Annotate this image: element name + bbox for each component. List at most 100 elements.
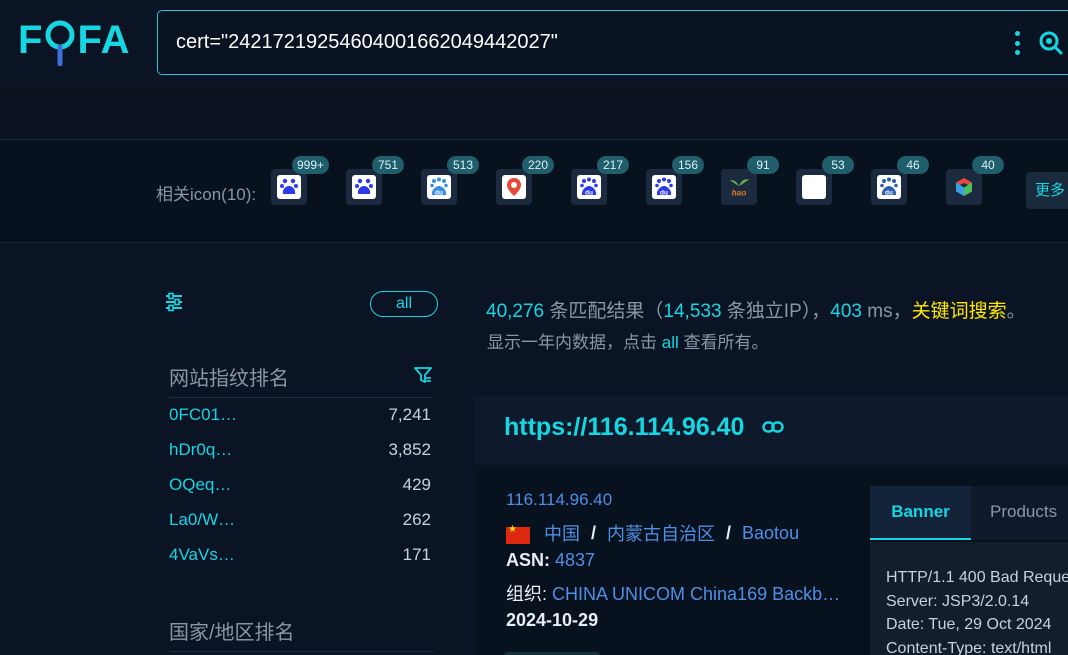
baidu-du-icon: du: [877, 175, 901, 199]
unique-ip-label: 条独立IP），: [721, 301, 831, 322]
divider: [169, 651, 433, 652]
search-input[interactable]: [176, 11, 996, 74]
baidu-paw-icon: [277, 175, 301, 199]
icon-count-badge: 513: [447, 156, 479, 174]
asn-link[interactable]: 4837: [555, 550, 595, 570]
summary-note-suffix: 查看所有。: [678, 333, 769, 352]
fofa-logo[interactable]: F FA: [18, 14, 131, 66]
fingerprint-count: 262: [402, 510, 431, 529]
fingerprint-key: 4VaVs…: [169, 545, 235, 564]
country-link[interactable]: 中国: [544, 520, 580, 546]
icon-count-badge: 91: [747, 156, 779, 174]
logo-letter-f: F: [18, 17, 44, 62]
city-link[interactable]: Baotou: [742, 523, 799, 544]
china-flag-icon: [506, 524, 530, 544]
match-count-label: 条匹配结果（: [544, 301, 664, 322]
related-favicon[interactable]: 220: [496, 156, 554, 205]
fingerprint-key: hDr0q…: [169, 440, 233, 459]
link-icon[interactable]: [762, 421, 784, 433]
related-favicon[interactable]: du 156: [646, 156, 704, 205]
svg-text:du: du: [585, 190, 593, 197]
related-favicon[interactable]: du 217: [571, 156, 629, 205]
map-pin-icon: [502, 175, 526, 199]
divider: [169, 397, 433, 398]
region-link[interactable]: 内蒙古自治区: [607, 520, 715, 546]
fingerprint-count: 3,852: [388, 440, 431, 459]
result-org: 组织: CHINA UNICOM China169 Backb…: [506, 580, 840, 606]
banner-line: Date: Tue, 29 Oct 2024: [886, 616, 1052, 633]
result-asn: ASN: 4837: [506, 550, 595, 571]
more-icons-button[interactable]: 更多: [1026, 172, 1068, 209]
related-icons-strip: 相关icon(10): 999+ 751 du 513 220 du 217 du 156 hao…: [0, 140, 1068, 243]
logo-search-o-icon: [43, 14, 77, 66]
location-separator: /: [726, 522, 732, 543]
related-favicon[interactable]: 999+: [271, 156, 329, 205]
related-icons-label: 相关icon(10):: [156, 185, 257, 204]
fingerprint-row[interactable]: 4VaVs… 171: [169, 545, 433, 569]
related-favicon[interactable]: 40: [946, 156, 1004, 205]
fingerprint-row[interactable]: La0/W… 262: [169, 510, 433, 534]
icon-count-badge: 156: [672, 156, 704, 174]
svg-text:du: du: [435, 190, 443, 197]
related-favicon[interactable]: 751: [346, 156, 404, 205]
summary-note: 显示一年内数据，点击 all 查看所有。: [487, 328, 768, 353]
summary-end: 。: [1006, 301, 1026, 322]
filter-settings-icon[interactable]: [164, 292, 184, 312]
location-separator: /: [591, 522, 597, 543]
banner-line: HTTP/1.1 400 Bad Request: [886, 569, 1068, 586]
related-favicon[interactable]: du 513: [421, 156, 479, 205]
funnel-filter-icon[interactable]: [414, 366, 432, 384]
country-ranking-title: 国家/地区排名: [169, 622, 295, 644]
asn-label: ASN:: [506, 550, 555, 570]
view-all-link[interactable]: all: [662, 333, 679, 352]
result-tabs: Banner Products: [870, 486, 1068, 540]
subheader-band: [0, 88, 1068, 140]
cube-icon: [952, 175, 976, 199]
icon-count-badge: 999+: [291, 156, 329, 174]
blank-white-icon: [802, 175, 826, 199]
baidu-du-icon: du: [577, 175, 601, 199]
fingerprint-key: OQeq…: [169, 475, 232, 494]
banner-line: Server: JSP3/2.0.14: [886, 592, 1030, 610]
result-location: 中国 / 内蒙古自治区 / Baotou: [506, 520, 799, 546]
match-count: 40,276: [486, 301, 545, 322]
all-data-toggle[interactable]: all: [370, 291, 438, 317]
result-date: 2024-10-29: [506, 610, 599, 630]
fingerprint-count: 7,241: [388, 405, 431, 424]
fingerprint-row[interactable]: OQeq… 429: [169, 475, 433, 499]
result-summary: 40,276 条匹配结果（14,533 条独立IP），403 ms，关键词搜索。: [486, 296, 1026, 323]
svg-text:du: du: [885, 190, 893, 197]
fingerprint-row[interactable]: 0FC01… 7,241: [169, 405, 433, 429]
keyword-search-link[interactable]: 关键词搜索: [912, 301, 1007, 322]
header: F FA: [0, 0, 1068, 88]
search-icon[interactable]: [1038, 30, 1064, 56]
related-favicon[interactable]: 53: [796, 156, 854, 205]
hao-leaf-icon: hao: [727, 175, 751, 199]
query-time-label: ms，: [861, 301, 912, 322]
search-box: [157, 10, 1068, 75]
banner-content: HTTP/1.1 400 Bad Request Server: JSP3/2.0…: [870, 542, 1068, 655]
result-card-header: https://116.114.96.40: [474, 396, 1068, 464]
baidu-du-icon: du: [652, 175, 676, 199]
icon-count-badge: 217: [597, 156, 629, 174]
fingerprint-row[interactable]: hDr0q… 3,852: [169, 440, 433, 464]
result-ip-link[interactable]: 116.114.96.40: [506, 490, 612, 510]
banner-line: Content-Type: text/html: [886, 639, 1052, 655]
icon-count-badge: 751: [372, 156, 404, 174]
tab-banner[interactable]: Banner: [870, 486, 971, 540]
fingerprint-count: 171: [402, 545, 431, 564]
more-options-icon[interactable]: [1010, 29, 1024, 57]
result-url-link[interactable]: https://116.114.96.40: [504, 413, 744, 442]
svg-text:du: du: [660, 190, 668, 197]
related-favicon[interactable]: du 46: [871, 156, 929, 205]
query-time: 403: [830, 301, 862, 322]
related-favicon[interactable]: hao 91: [721, 156, 779, 205]
fingerprint-count: 429: [402, 475, 431, 494]
baidu-du-icon: du: [427, 175, 451, 199]
fingerprint-key: 0FC01…: [169, 405, 238, 424]
org-label: 组织:: [506, 584, 553, 604]
icon-count-badge: 40: [972, 156, 1004, 174]
tab-products[interactable]: Products: [990, 486, 1057, 540]
icon-count-badge: 220: [522, 156, 554, 174]
org-link[interactable]: CHINA UNICOM China169 Backb…: [552, 584, 840, 604]
